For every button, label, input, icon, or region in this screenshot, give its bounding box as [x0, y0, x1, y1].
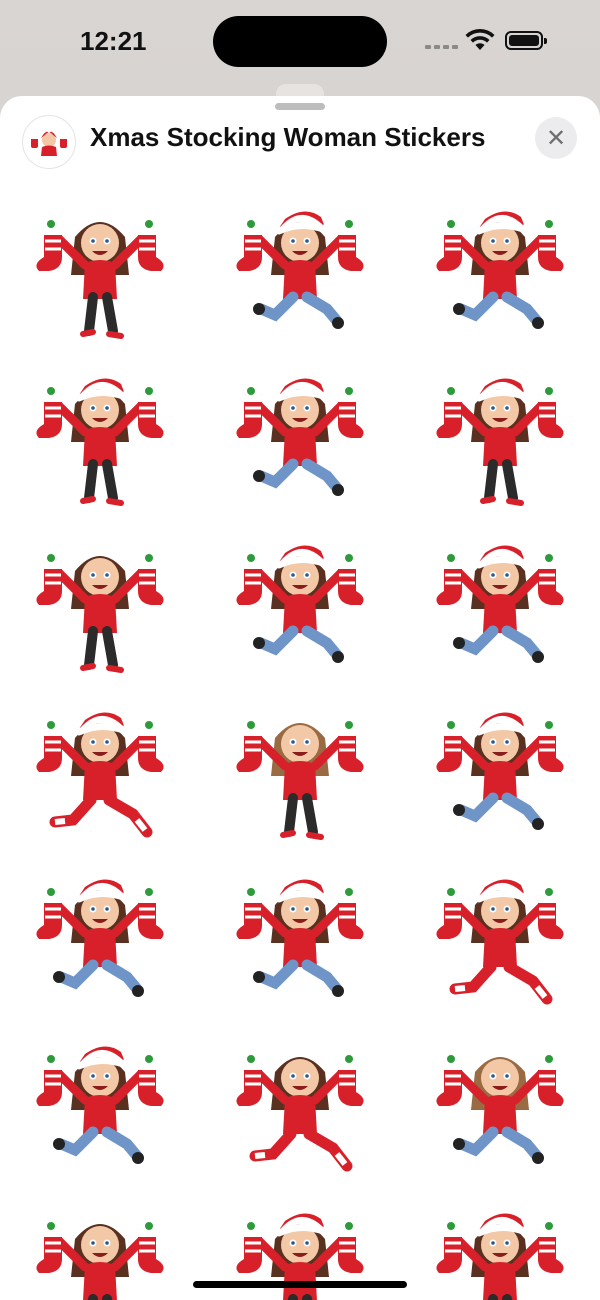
cellular-signal-icon — [425, 45, 458, 49]
sticker-woman-holding-stockings[interactable] — [0, 188, 200, 355]
sticker-woman-glasses-jacket[interactable] — [400, 1190, 600, 1300]
sticker-image — [436, 544, 564, 663]
sticker-woman-leaping-stockings[interactable] — [400, 188, 600, 355]
sticker-woman-twirling-stockings[interactable] — [0, 355, 200, 522]
sticker-image — [36, 553, 164, 673]
sticker-woman-glasses-stockings[interactable] — [400, 355, 600, 522]
sticker-image — [236, 377, 364, 496]
sticker-woman-sitting-scarf[interactable] — [400, 856, 600, 1023]
sticker-woman-sitting-stockings[interactable] — [0, 689, 200, 856]
dynamic-island — [213, 16, 387, 67]
sticker-woman-kicking-santa-hat[interactable] — [200, 355, 400, 522]
sticker-image — [436, 878, 564, 1004]
sticker-image — [36, 219, 164, 339]
sticker-woman-holding-stocking[interactable] — [0, 1190, 200, 1300]
wifi-icon — [465, 28, 495, 50]
sticker-image — [236, 210, 364, 329]
sticker-woman-running-stockings[interactable] — [400, 522, 600, 689]
close-button[interactable]: ✕ — [535, 117, 577, 159]
sticker-woman-jumping-santa-hat[interactable] — [200, 188, 400, 355]
sticker-woman-sitting-laughing[interactable] — [200, 1023, 400, 1190]
sticker-pack-icon — [22, 115, 76, 169]
sticker-woman-grey-sweater[interactable] — [200, 689, 400, 856]
sticker-woman-arms-up-stockings[interactable] — [0, 856, 200, 1023]
sticker-woman-splits-jump[interactable] — [200, 522, 400, 689]
sticker-woman-laughing-kick[interactable] — [400, 1023, 600, 1190]
sticker-woman-jumping-striped[interactable] — [400, 689, 600, 856]
sticker-woman-celebrating[interactable] — [200, 856, 400, 1023]
sticker-image — [436, 1054, 564, 1164]
status-time: 12:21 — [80, 26, 147, 56]
status-bar: 12:21 — [0, 0, 600, 90]
sticker-image — [36, 711, 164, 837]
sheet-header: Xmas Stocking Woman Stickers ✕ — [0, 96, 600, 180]
sticker-image — [236, 544, 364, 663]
sheet-title: Xmas Stocking Woman Stickers — [90, 122, 486, 152]
battery-icon — [505, 31, 547, 50]
sticker-sheet: Xmas Stocking Woman Stickers ✕ — [0, 96, 600, 1300]
sticker-image — [36, 1045, 164, 1164]
sticker-image — [36, 1221, 164, 1300]
sticker-grid — [0, 188, 600, 1300]
sticker-image — [436, 1212, 564, 1300]
sticker-woman-red-dress-stockings[interactable] — [0, 522, 200, 689]
close-icon: ✕ — [545, 124, 567, 152]
sticker-image — [36, 377, 164, 506]
sticker-image — [236, 720, 364, 840]
sticker-image — [436, 711, 564, 830]
sticker-image — [436, 377, 564, 506]
sticker-image — [436, 210, 564, 329]
home-indicator — [193, 1281, 407, 1288]
sticker-image — [36, 878, 164, 997]
sticker-image — [236, 878, 364, 997]
sticker-woman-high-kick[interactable] — [0, 1023, 200, 1190]
sticker-image — [236, 1054, 364, 1171]
